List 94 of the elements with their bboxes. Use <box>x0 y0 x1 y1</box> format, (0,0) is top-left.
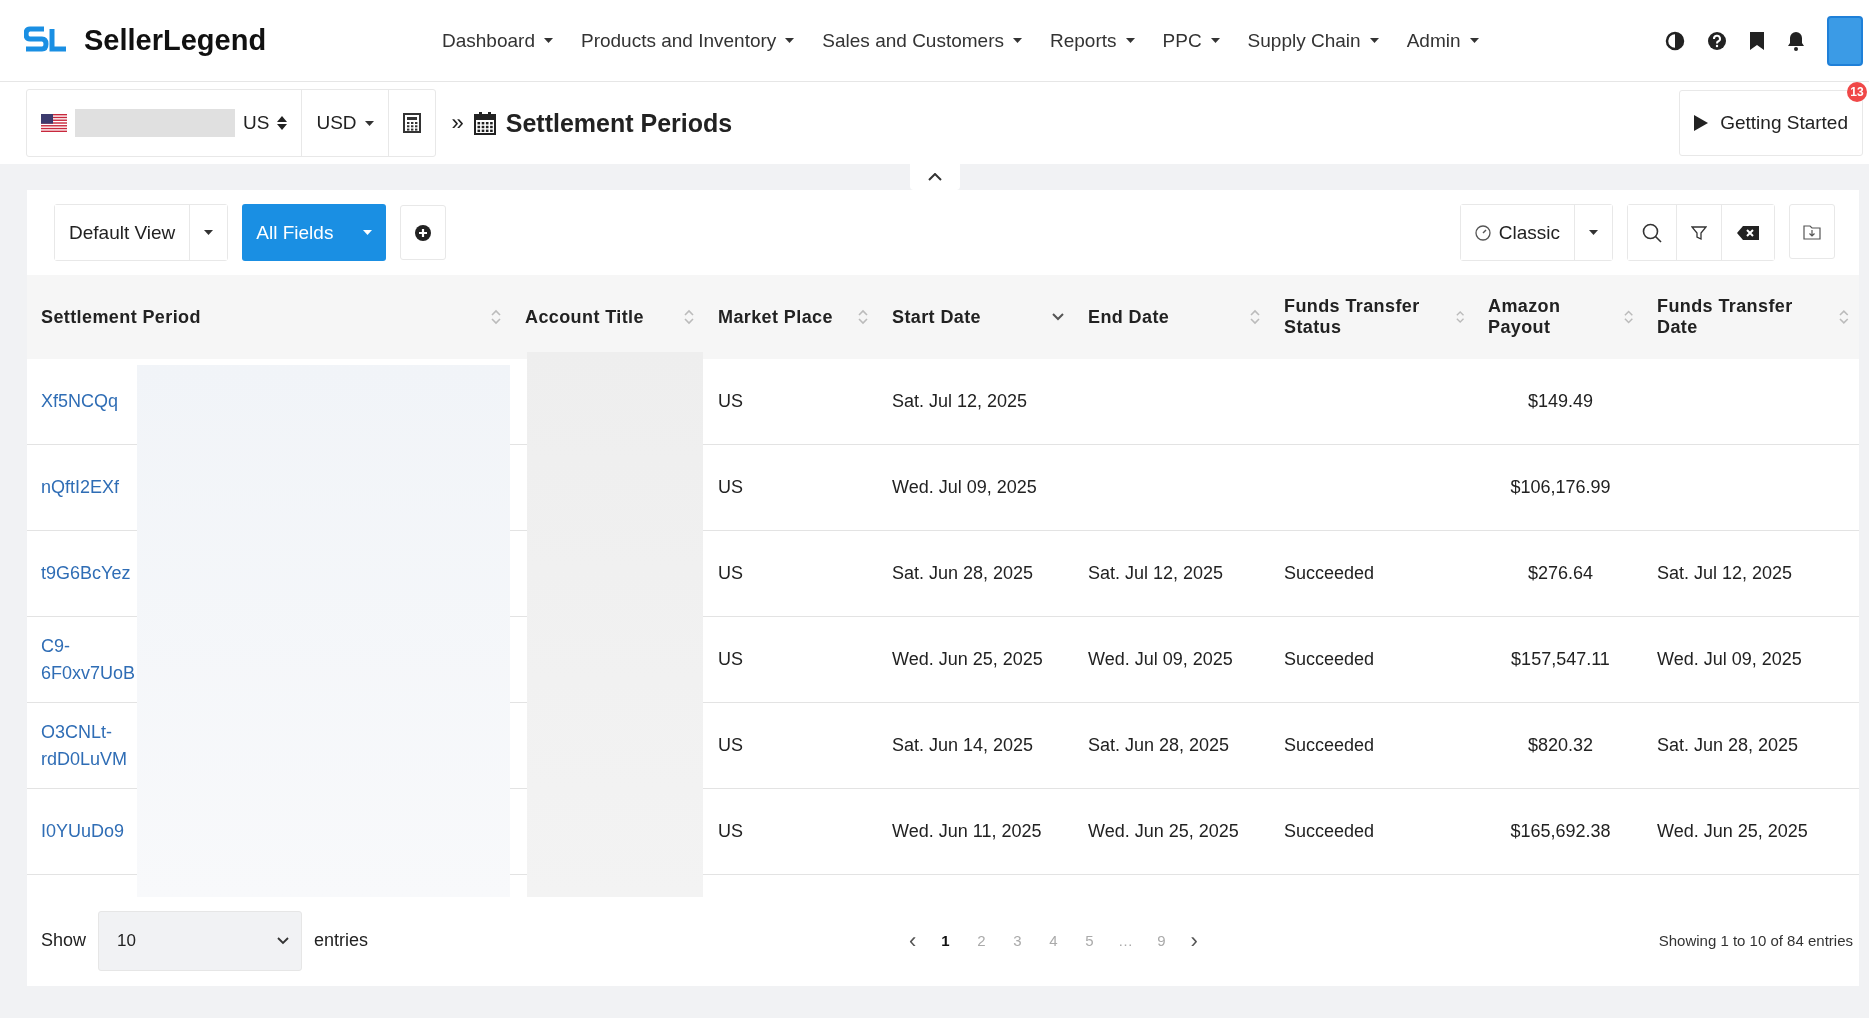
search-icon <box>1642 222 1662 243</box>
caret-icon <box>1013 38 1022 43</box>
table-cell: Wed. Jun 25, 2025 <box>1088 821 1239 841</box>
table-cell: US <box>718 821 743 841</box>
table-cell: Wed. Jul 09, 2025 <box>1088 649 1233 669</box>
flag-icon <box>41 114 67 132</box>
table-cell: $165,692.38 <box>1510 821 1611 841</box>
help-icon[interactable] <box>1707 30 1727 51</box>
previous-page-button[interactable]: ‹ <box>905 927 921 954</box>
page-title: Settlement Periods <box>505 108 733 138</box>
caret-icon <box>363 230 373 235</box>
caret-icon <box>1589 230 1598 235</box>
table-cell: US <box>718 735 743 755</box>
table-cell: Sat. Jun 28, 2025 <box>1088 735 1230 755</box>
settlement-link[interactable]: I0YUuDo9 <box>41 818 125 845</box>
nav-menu-item[interactable]: Sales and Customers <box>822 29 1022 52</box>
caret-icon <box>1469 38 1479 43</box>
folder-download-icon <box>1803 223 1821 240</box>
column-header[interactable]: Settlement Period <box>41 306 201 328</box>
chevron-up-icon <box>927 173 942 181</box>
table-cell: Sat. Jul 12, 2025 <box>1657 563 1793 583</box>
currency-label[interactable]: USD <box>316 112 357 134</box>
entries-label: entries <box>314 930 369 951</box>
column-header[interactable]: Market Place <box>718 306 833 328</box>
table-cell: US <box>718 391 743 411</box>
table-cell: Wed. Jul 09, 2025 <box>892 477 1037 497</box>
settlement-link[interactable]: nQftI2EXf <box>41 474 120 501</box>
table-cell: Wed. Jun 25, 2025 <box>892 649 1043 669</box>
notification-badge: 13 <box>1847 82 1867 102</box>
caret-icon <box>364 120 374 126</box>
entries-summary: Showing 1 to 10 of 84 entries <box>1658 932 1853 949</box>
settlement-link[interactable]: Xf5NCQq <box>41 388 119 415</box>
show-label: Show <box>41 930 87 951</box>
table-cell: Succeeded <box>1284 649 1375 669</box>
table-cell: $820.32 <box>1527 735 1594 755</box>
settlement-link[interactable]: C9-6F0xv7UoB <box>41 632 141 687</box>
caret-icon <box>785 38 795 43</box>
breadcrumb-separator: » <box>451 110 464 136</box>
nav-menu-item[interactable]: Products and Inventory <box>580 29 795 52</box>
table-cell: Wed. Jul 09, 2025 <box>1657 649 1802 669</box>
table-cell: Wed. Jun 11, 2025 <box>892 821 1042 841</box>
gauge-icon <box>1474 224 1491 241</box>
table-cell: Succeeded <box>1284 821 1375 841</box>
caret-icon <box>1369 38 1379 43</box>
table-cell: Succeeded <box>1284 563 1375 583</box>
table-cell: $157,547.11 <box>1511 649 1610 669</box>
column-header[interactable]: Account Title <box>525 306 644 328</box>
table-cell: Sat. Jul 12, 2025 <box>1088 563 1224 583</box>
filter-icon <box>1691 224 1707 241</box>
page-button[interactable]: 1 <box>934 932 957 949</box>
table-cell: Sat. Jul 12, 2025 <box>892 391 1028 411</box>
add-button[interactable] <box>400 205 447 260</box>
column-header[interactable]: Start Date <box>892 306 982 328</box>
nav-menu-item[interactable]: PPC <box>1162 29 1220 52</box>
up-down-icon[interactable] <box>277 115 288 131</box>
table-cell: Sat. Jun 28, 2025 <box>892 563 1034 583</box>
sort-descending-icon[interactable] <box>1052 313 1064 321</box>
bookmark-icon[interactable] <box>1749 30 1765 51</box>
plus-circle-icon <box>414 223 433 242</box>
nav-menu-item[interactable]: Dashboard <box>442 29 553 52</box>
table-cell: Wed. Jun 25, 2025 <box>1657 821 1808 841</box>
table-cell: US <box>718 477 743 497</box>
table-cell: Sat. Jun 28, 2025 <box>1657 735 1799 755</box>
backspace-icon <box>1736 224 1760 241</box>
table-cell: Succeeded <box>1284 735 1375 755</box>
export-button[interactable] <box>1789 204 1835 259</box>
clear-button[interactable] <box>1721 205 1774 260</box>
contrast-icon[interactable] <box>1665 30 1685 51</box>
nav-menu-item[interactable]: Reports <box>1050 29 1135 52</box>
bell-icon[interactable] <box>1787 30 1805 51</box>
table-cell: $276.64 <box>1527 563 1594 583</box>
settlement-link[interactable]: O3CNLt-rdD0LuVM <box>41 718 141 773</box>
caret-icon <box>1125 38 1135 43</box>
column-header[interactable]: End Date <box>1088 306 1170 328</box>
brand-name[interactable]: SellerLegend <box>84 24 267 57</box>
table-cell: US <box>718 563 743 583</box>
nav-menu-item[interactable]: Supply Chain <box>1247 29 1379 52</box>
marketplace-label[interactable]: US <box>243 112 270 134</box>
chevron-down-icon <box>277 936 290 945</box>
table-cell: Sat. Jun 14, 2025 <box>892 735 1034 755</box>
calculator-icon[interactable] <box>402 113 421 133</box>
table-cell: $106,176.99 <box>1510 477 1611 497</box>
page-size-select[interactable]: 10 <box>98 910 303 971</box>
nav-menu-item[interactable]: Admin <box>1406 29 1479 52</box>
settlement-link[interactable]: t9G6BcYez <box>41 560 131 587</box>
user-avatar[interactable] <box>1827 15 1863 66</box>
caret-icon <box>1210 38 1220 43</box>
table-cell: US <box>718 649 743 669</box>
caret-icon <box>543 38 553 43</box>
play-icon <box>1694 115 1709 131</box>
next-page-button[interactable]: › <box>1186 927 1202 954</box>
caret-icon <box>204 230 214 235</box>
calendar-icon <box>473 111 496 135</box>
table-cell: $149.49 <box>1527 391 1594 411</box>
